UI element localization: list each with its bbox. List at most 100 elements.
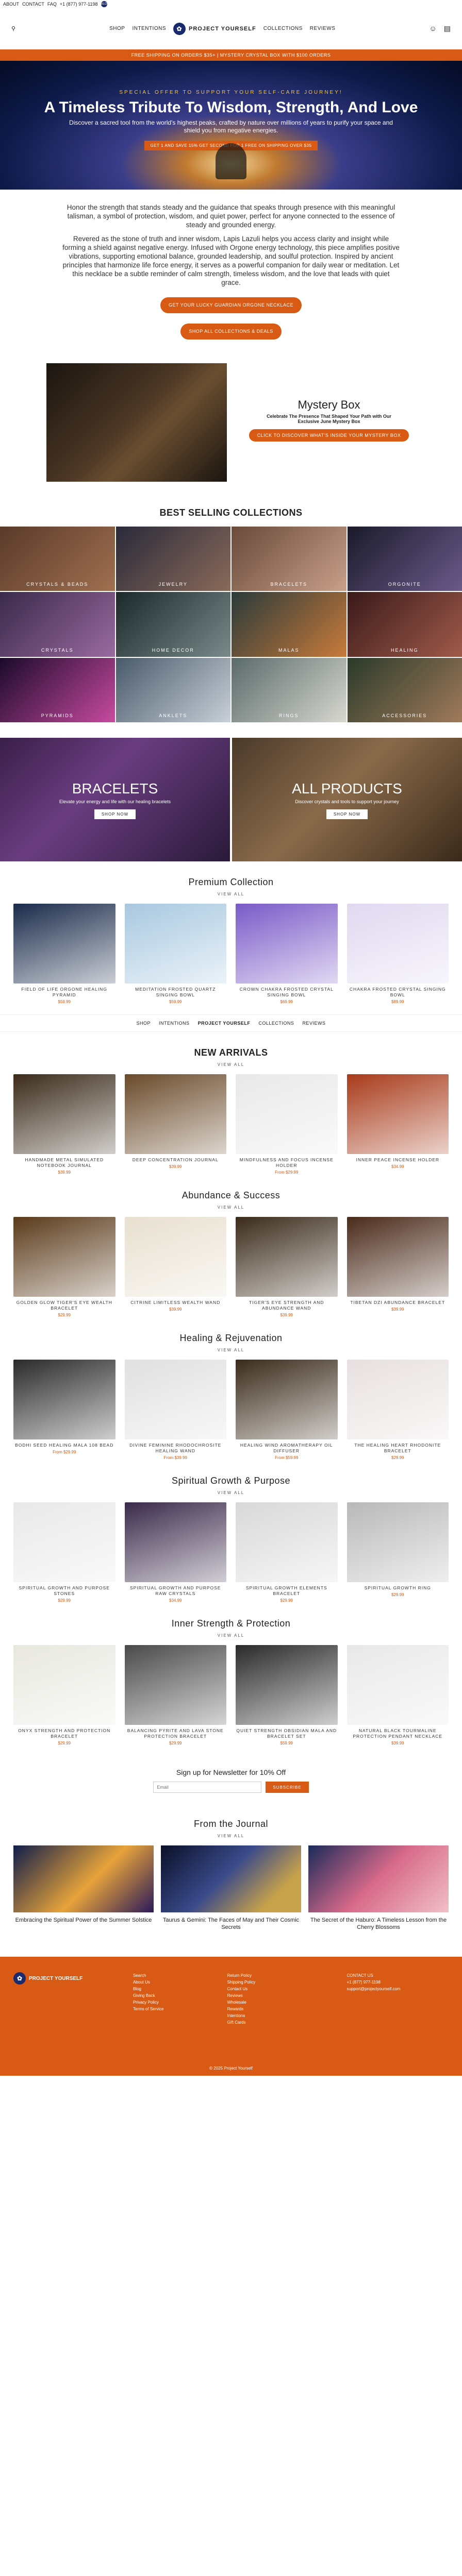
product-card[interactable]: SPIRITUAL GROWTH AND PURPOSE RAW CRYSTAL… <box>124 1502 227 1603</box>
about-link[interactable]: ABOUT <box>3 2 19 7</box>
product-name[interactable]: SPIRITUAL GROWTH AND PURPOSE RAW CRYSTAL… <box>125 1585 227 1597</box>
nav-shop[interactable]: SHOP <box>137 1021 151 1026</box>
footer-link[interactable]: Giving Back <box>133 1992 218 1999</box>
journal-card[interactable]: Embracing the Spiritual Power of the Sum… <box>13 1845 154 1931</box>
phone-number[interactable]: +1 (877) 977-1198 <box>60 2 98 7</box>
necklace-button[interactable]: GET YOUR LUCKY GUARDIAN ORGONE NECKLACE <box>160 297 302 313</box>
footer-link[interactable]: Gift Cards <box>227 2019 338 2026</box>
product-name[interactable]: MINDFULNESS AND FOCUS INCENSE HOLDER <box>236 1157 338 1168</box>
product-image[interactable] <box>346 1502 449 1582</box>
product-name[interactable]: BODHI SEED HEALING MALA 108 BEAD <box>13 1443 116 1448</box>
category-tile[interactable]: ORGONITE <box>347 527 462 591</box>
product-image[interactable] <box>124 1360 226 1439</box>
category-tile[interactable]: BRACELETS <box>232 527 346 591</box>
product-name[interactable]: TIGER'S EYE STRENGTH AND ABUNDANCE WAND <box>236 1300 338 1311</box>
new-arrivals-view-all[interactable]: VIEW ALL <box>0 1062 462 1067</box>
product-card[interactable]: TIGER'S EYE STRENGTH AND ABUNDANCE WAND $… <box>236 1217 338 1317</box>
journal-view-all[interactable]: VIEW ALL <box>0 1834 462 1838</box>
footer-link[interactable]: Reviews <box>227 1992 338 1999</box>
healing-view-all[interactable]: VIEW ALL <box>0 1348 462 1352</box>
nav-shop[interactable]: SHOP <box>109 26 125 31</box>
inner-view-all[interactable]: VIEW ALL <box>0 1633 462 1638</box>
product-name[interactable]: SPIRITUAL GROWTH RING <box>347 1585 449 1591</box>
product-image[interactable] <box>236 1360 338 1439</box>
premium-view-all[interactable]: VIEW ALL <box>0 892 462 896</box>
footer-link[interactable]: Contact Us <box>227 1986 338 1992</box>
nav-intentions[interactable]: INTENTIONS <box>132 26 166 31</box>
search-icon[interactable]: ⚲ <box>11 25 15 32</box>
product-card[interactable]: DEEP CONCENTRATION JOURNAL $39.99 <box>124 1074 227 1175</box>
product-name[interactable]: MEDITATION FROSTED QUARTZ SINGING BOWL <box>125 987 227 998</box>
product-image[interactable] <box>236 904 338 984</box>
product-card[interactable]: THE HEALING HEART RHODONITE BRACELET $29.… <box>346 1360 449 1460</box>
product-card[interactable]: DIVINE FEMININE RHODOCHROSITE HEALING WA… <box>124 1360 227 1460</box>
product-image[interactable] <box>346 1645 449 1725</box>
product-name[interactable]: BALANCING PYRITE AND LAVA STONE PROTECTI… <box>125 1728 227 1739</box>
product-name[interactable]: QUIET STRENGTH OBSIDIAN MALA AND BRACELE… <box>236 1728 338 1739</box>
shop-now-button[interactable]: SHOP NOW <box>326 809 368 819</box>
product-image[interactable] <box>236 1217 338 1297</box>
mystery-button[interactable]: CLICK TO DISCOVER WHAT'S INSIDE YOUR MYS… <box>249 429 409 442</box>
product-image[interactable] <box>13 1360 116 1439</box>
product-card[interactable]: MINDFULNESS AND FOCUS INCENSE HOLDER From… <box>236 1074 338 1175</box>
category-tile[interactable]: ACCESSORIES <box>347 657 462 722</box>
product-image[interactable] <box>124 1074 226 1154</box>
footer-logo[interactable]: ✿ PROJECT YOURSELF <box>13 1972 124 1985</box>
product-name[interactable]: CITRINE LIMITLESS WEALTH WAND <box>125 1300 227 1306</box>
category-tile[interactable]: CRYSTALS & BEADS <box>0 527 115 591</box>
footer-link[interactable]: Terms of Service <box>133 2006 218 2012</box>
product-name[interactable]: HEALING WIND AROMATHERAPY OIL DIFFUSER <box>236 1443 338 1454</box>
brand-name[interactable]: PROJECT YOURSELF <box>198 1021 251 1026</box>
footer-link[interactable]: Rewards <box>227 2006 338 2012</box>
shop-now-button[interactable]: SHOP NOW <box>94 809 136 819</box>
product-name[interactable]: THE HEALING HEART RHODONITE BRACELET <box>347 1443 449 1454</box>
product-name[interactable]: DEEP CONCENTRATION JOURNAL <box>125 1157 227 1163</box>
nav-reviews[interactable]: REVIEWS <box>302 1021 325 1026</box>
footer-link[interactable]: Return Policy <box>227 1972 338 1979</box>
journal-card[interactable]: Taurus & Gemini: The Faces of May and Th… <box>161 1845 301 1931</box>
product-image[interactable] <box>13 1502 116 1582</box>
category-tile[interactable]: ANKLETS <box>116 657 230 722</box>
footer-link[interactable]: Intentions <box>227 2012 338 2019</box>
product-card[interactable]: TIBETAN DZI ABUNDANCE BRACELET $39.99 <box>346 1217 449 1317</box>
product-name[interactable]: DIVINE FEMININE RHODOCHROSITE HEALING WA… <box>125 1443 227 1454</box>
journal-post-title[interactable]: The Secret of the Haburo: A Timeless Les… <box>308 1917 449 1931</box>
abundance-view-all[interactable]: VIEW ALL <box>0 1205 462 1210</box>
product-card[interactable]: SPIRITUAL GROWTH RING $29.99 <box>346 1502 449 1603</box>
category-tile[interactable]: HOME DECOR <box>116 592 230 657</box>
category-tile[interactable]: HEALING <box>347 592 462 657</box>
shop-all-button[interactable]: SHOP ALL COLLECTIONS & DEALS <box>180 324 282 340</box>
growth-view-all[interactable]: VIEW ALL <box>0 1490 462 1495</box>
nav-reviews[interactable]: REVIEWS <box>310 26 336 31</box>
product-name[interactable]: CHAKRA FROSTED CRYSTAL SINGING BOWL <box>347 987 449 998</box>
product-image[interactable] <box>236 1645 338 1725</box>
product-image[interactable] <box>13 1074 116 1154</box>
footer-link[interactable]: Shipping Policy <box>227 1979 338 1986</box>
product-card[interactable]: FIELD OF LIFE ORGONE HEALING PYRAMID $59.… <box>13 904 116 1004</box>
product-image[interactable] <box>346 1360 449 1439</box>
footer-link[interactable]: +1 (877) 977-1198 <box>346 1979 449 1986</box>
product-card[interactable]: QUIET STRENGTH OBSIDIAN MALA AND BRACELE… <box>236 1645 338 1745</box>
product-card[interactable]: SPIRITUAL GROWTH AND PURPOSE STONES $29.9… <box>13 1502 116 1603</box>
footer-link[interactable]: Wholesale <box>227 1999 338 2006</box>
product-card[interactable]: ONYX STRENGTH AND PROTECTION BRACELET $29… <box>13 1645 116 1745</box>
product-card[interactable]: HEALING WIND AROMATHERAPY OIL DIFFUSER Fr… <box>236 1360 338 1460</box>
product-card[interactable]: MEDITATION FROSTED QUARTZ SINGING BOWL $5… <box>124 904 227 1004</box>
product-name[interactable]: GOLDEN GLOW TIGER'S EYE WEALTH BRACELET <box>13 1300 116 1311</box>
product-image[interactable] <box>346 904 449 984</box>
contact-link[interactable]: CONTACT <box>22 2 44 7</box>
product-image[interactable] <box>124 1217 226 1297</box>
product-name[interactable]: SPIRITUAL GROWTH AND PURPOSE STONES <box>13 1585 116 1597</box>
product-card[interactable]: BALANCING PYRITE AND LAVA STONE PROTECTI… <box>124 1645 227 1745</box>
product-image[interactable] <box>236 1502 338 1582</box>
category-tile[interactable]: MALAS <box>232 592 346 657</box>
category-tile[interactable]: CRYSTALS <box>0 592 115 657</box>
bracelets-banner[interactable]: BRACELETS Elevate your energy and life w… <box>0 738 230 861</box>
footer-link[interactable]: Blog <box>133 1986 218 1992</box>
footer-link[interactable]: Privacy Policy <box>133 1999 218 2006</box>
nav-collections[interactable]: COLLECTIONS <box>263 26 303 31</box>
nav-collections[interactable]: COLLECTIONS <box>258 1021 294 1026</box>
category-tile[interactable]: JEWELRY <box>116 527 230 591</box>
product-card[interactable]: GOLDEN GLOW TIGER'S EYE WEALTH BRACELET $… <box>13 1217 116 1317</box>
footer-link[interactable]: CONTACT US <box>346 1972 449 1979</box>
